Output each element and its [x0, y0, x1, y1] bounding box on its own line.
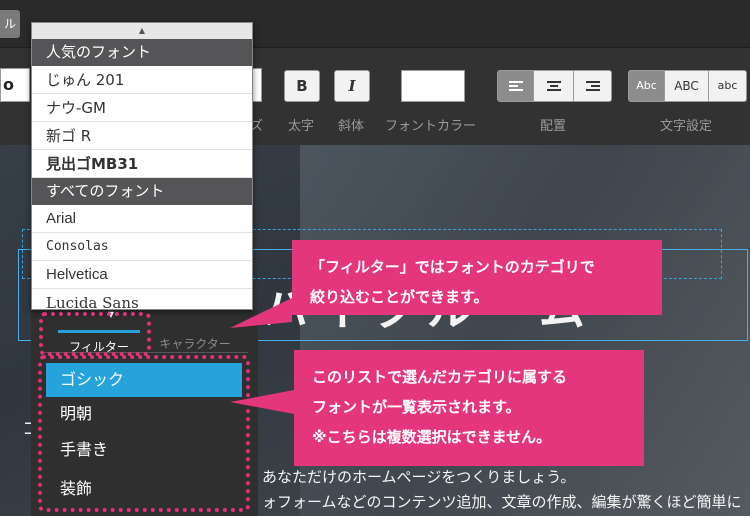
list-callout: このリストで選んだカテゴリに属する フォントが一覧表示されます。 ※こちらは複数…: [294, 350, 644, 466]
list-callout-line-3: ※こちらは複数選択はできません。: [312, 428, 552, 446]
filter-callout: 「フィルター」ではフォントのカテゴリで 絞り込むことができます。: [292, 240, 662, 315]
list-callout-line-2: フォントが一覧表示されます。: [312, 398, 521, 416]
list-callout-line-1: このリストで選んだカテゴリに属する: [312, 368, 568, 386]
filter-callout-line-1: 「フィルター」ではフォントのカテゴリで: [310, 258, 595, 276]
filter-callout-line-2: 絞り込むことができます。: [310, 288, 489, 306]
